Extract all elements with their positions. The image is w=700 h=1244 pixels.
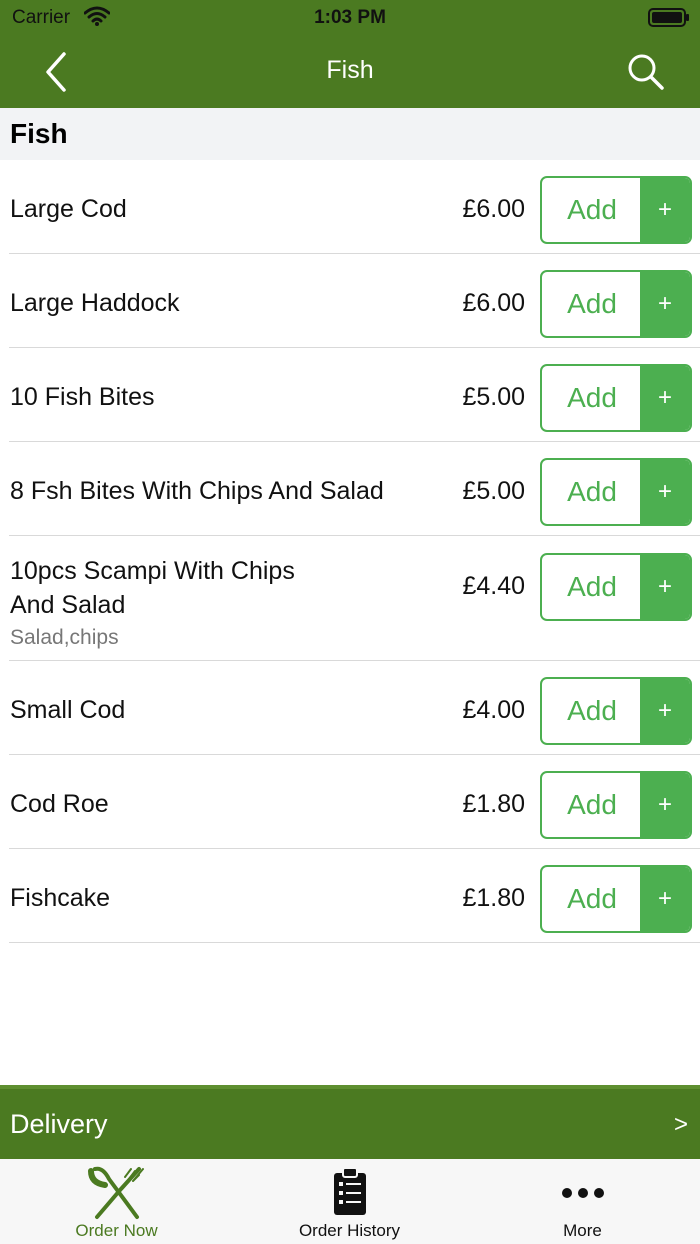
item-price: £4.40 [462,572,525,600]
item-name: 10pcs Scampi With Chips And Salad [10,557,295,619]
list-item: Small Cod £4.00 Add + [0,661,700,755]
tab-order-now[interactable]: Order Now [0,1159,233,1244]
menu-list: Large Cod £6.00 Add + Large Haddock £6.0… [0,160,700,943]
add-button[interactable]: Add + [540,458,692,526]
add-button-label: Add [567,476,617,507]
section-header: Fish [0,108,700,160]
plus-icon: + [640,178,690,242]
tab-label: Order History [298,1221,401,1240]
more-dots-icon [561,1188,604,1198]
list-item: Large Cod £6.00 Add + [0,160,700,254]
list-item: Cod Roe £1.80 Add + [0,755,700,849]
app-header: Carrier 1:03 PM Fish [0,0,700,108]
add-button[interactable]: Add + [540,677,692,745]
item-name: Large Cod [10,195,127,223]
status-bar: Carrier 1:03 PM [0,0,700,36]
add-button-label: Add [567,789,617,820]
tab-bar: Order Now Order History More [0,1159,700,1244]
plus-icon: + [640,679,690,743]
add-button-label: Add [567,883,617,914]
plus-icon: + [640,460,690,524]
list-item: 10pcs Scampi With Chips And Salad Salad,… [0,536,700,661]
add-button[interactable]: Add + [540,865,692,933]
tab-more[interactable]: More [466,1159,699,1244]
item-price: £6.00 [462,289,525,317]
plus-icon: + [640,867,690,931]
item-name: Small Cod [10,696,126,724]
plus-icon: + [640,366,690,430]
clipboard-icon [333,1167,366,1215]
item-price: £1.80 [462,884,525,912]
add-button[interactable]: Add + [540,553,692,621]
list-item: Large Haddock £6.00 Add + [0,254,700,348]
search-icon [628,54,664,90]
plus-icon: + [640,272,690,336]
tab-order-history[interactable]: Order History [233,1159,466,1244]
list-item: 10 Fish Bites £5.00 Add + [0,348,700,442]
tab-label: More [563,1221,602,1240]
page-title: Fish [326,56,374,84]
chevron-right-icon: > [673,1111,688,1138]
item-name: Large Haddock [10,289,180,317]
add-button-label: Add [567,571,617,602]
row-divider [9,942,700,943]
item-price: £5.00 [462,383,525,411]
status-time: 1:03 PM [314,7,386,28]
item-price: £4.00 [462,696,525,724]
delivery-label: Delivery [10,1109,108,1139]
add-button-label: Add [567,194,617,225]
section-title: Fish [10,118,68,149]
tab-label: Order Now [75,1221,158,1240]
search-button[interactable] [626,52,666,92]
battery-icon [648,8,690,27]
add-button[interactable]: Add + [540,176,692,244]
add-button[interactable]: Add + [540,270,692,338]
add-button-label: Add [567,382,617,413]
delivery-bar[interactable]: Delivery > [0,1085,700,1159]
add-button[interactable]: Add + [540,364,692,432]
item-name: 8 Fsh Bites With Chips And Salad [10,477,384,505]
add-button-label: Add [567,695,617,726]
item-name: Fishcake [10,884,111,912]
add-button[interactable]: Add + [540,771,692,839]
item-price: £1.80 [462,790,525,818]
nav-bar: Fish [0,36,700,108]
list-item: Fishcake £1.80 Add + [0,849,700,943]
item-name: Cod Roe [10,790,109,818]
item-description: Salad,chips [10,626,119,649]
add-button-label: Add [567,288,617,319]
item-price: £5.00 [462,477,525,505]
item-price: £6.00 [462,195,525,223]
plus-icon: + [640,773,690,837]
item-name: 10 Fish Bites [10,383,155,411]
plus-icon: + [640,555,690,619]
fork-knife-icon [87,1166,144,1219]
list-item: 8 Fsh Bites With Chips And Salad £5.00 A… [0,442,700,536]
